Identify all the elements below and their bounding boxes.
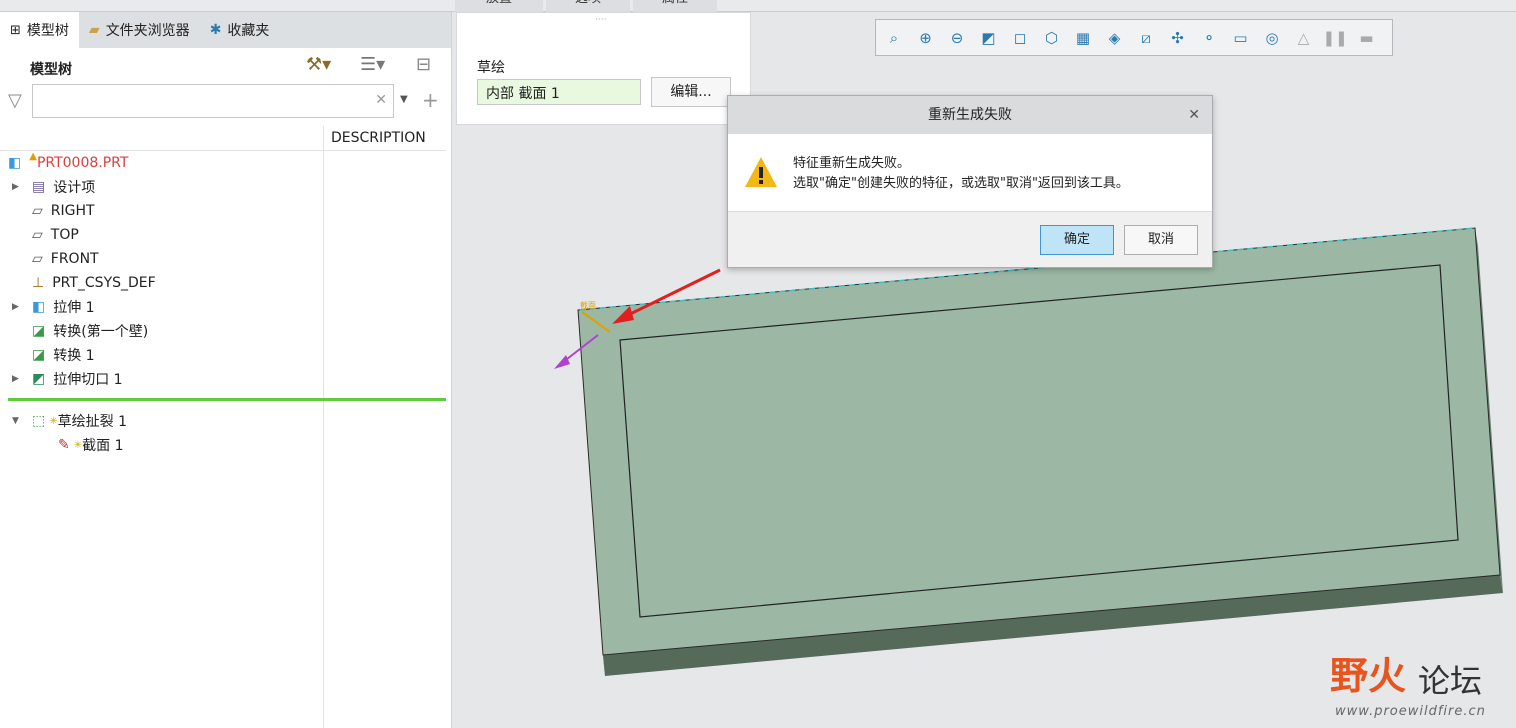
ok-button[interactable]: 确定 [1040, 225, 1114, 255]
watermark-logo: 野火 [1330, 654, 1407, 698]
dialog-message-line2: 选取"确定"创建失败的特征，或选取"取消"返回到该工具。 [793, 176, 1129, 191]
warning-icon [745, 157, 777, 187]
watermark-url: www.proewildfire.cn [1335, 704, 1486, 719]
regeneration-failed-dialog: 重新生成失败 ✕ 特征重新生成失败。选取"确定"创建失败的特征，或选取"取消"返回… [727, 95, 1213, 268]
cancel-button[interactable]: 取消 [1124, 225, 1198, 255]
dialog-title: 重新生成失败 [928, 107, 1012, 123]
watermark-logo-text: 论坛 [1418, 662, 1483, 700]
dialog-message-line1: 特征重新生成失败。 [793, 156, 911, 171]
svg-text:截面: 截面 [580, 300, 596, 310]
close-icon[interactable]: ✕ [1188, 96, 1200, 134]
